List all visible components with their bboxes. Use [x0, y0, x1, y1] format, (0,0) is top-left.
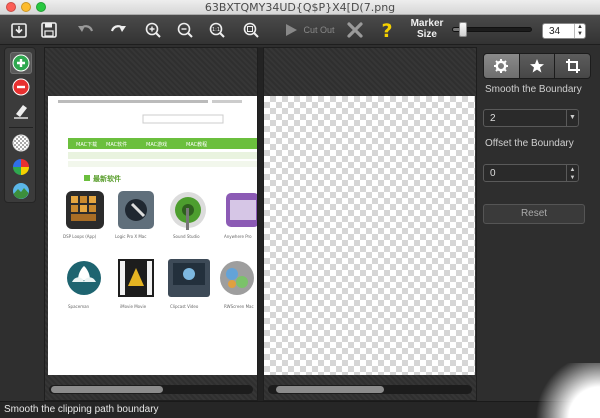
settings-gear-icon [494, 59, 509, 73]
landscape-icon [13, 183, 29, 199]
cancel-button[interactable] [344, 18, 366, 42]
marker-size-value: 34 [549, 26, 561, 37]
background-checker-button[interactable] [10, 132, 32, 154]
svg-text:1:1: 1:1 [212, 27, 220, 33]
save-icon [41, 22, 57, 38]
smooth-boundary-select[interactable]: 2 ▼ [483, 109, 579, 127]
zoom-in-button[interactable] [142, 18, 164, 42]
svg-text:Anywhere Pro: Anywhere Pro [224, 234, 252, 239]
redo-icon [110, 25, 126, 32]
background-checker-icon [12, 134, 30, 152]
zoom-out-button[interactable] [174, 18, 196, 42]
settings-panel: Smooth the Boundary 2 ▼ Offset the Bound… [477, 47, 600, 401]
tab-effects[interactable] [519, 54, 556, 78]
crop-icon [565, 59, 580, 73]
actual-size-icon: 1:1 [209, 22, 225, 38]
tool-divider [9, 127, 33, 128]
status-text: Smooth the clipping path boundary [4, 404, 159, 415]
marker-size-label: Marker Size [410, 18, 444, 40]
left-horizontal-scrollbar[interactable] [49, 385, 253, 394]
window-title: 63BXTQMY34UD{Q$P}X4[D(7.png [204, 1, 396, 14]
website-screenshot-image: MAC下载 MAC软件 MAC游戏 MAC教程 最新软件 DSP Loops (… [48, 96, 257, 375]
open-icon [11, 23, 27, 38]
result-preview-canvas[interactable] [263, 47, 477, 401]
svg-text:DSP Loops (App): DSP Loops (App) [63, 234, 97, 239]
add-marker-icon [12, 54, 30, 72]
save-button[interactable] [38, 18, 60, 42]
right-scroll-thumb[interactable] [276, 386, 384, 393]
actual-size-button[interactable]: 1:1 [206, 18, 228, 42]
left-scroll-thumb[interactable] [51, 386, 163, 393]
panel-tabs [483, 53, 591, 79]
help-button[interactable]: ? [376, 18, 398, 42]
svg-text:?: ? [381, 20, 392, 40]
svg-text:Logic Pro X Mac: Logic Pro X Mac [115, 234, 146, 239]
offset-boundary-value: 0 [490, 168, 496, 179]
remove-marker-button[interactable] [10, 76, 32, 98]
zoom-out-icon [177, 22, 193, 38]
right-horizontal-scrollbar[interactable] [268, 385, 472, 394]
smooth-boundary-label: Smooth the Boundary [485, 84, 582, 95]
chevron-down-icon: ▼ [566, 110, 578, 126]
open-button[interactable] [8, 18, 30, 42]
site-nav-4: MAC教程 [186, 141, 207, 148]
cancel-x-icon [347, 22, 363, 38]
undo-icon [78, 25, 94, 32]
fit-to-window-button[interactable] [240, 18, 262, 42]
reset-button[interactable]: Reset [483, 204, 585, 224]
undo-button[interactable] [74, 18, 98, 42]
stepper-arrows-icon[interactable]: ▲ ▼ [566, 165, 578, 181]
svg-text:Clipcast Video: Clipcast Video [170, 304, 199, 309]
marker-size-slider[interactable] [452, 22, 532, 37]
tab-settings[interactable] [484, 54, 520, 78]
eraser-icon [14, 105, 28, 119]
tab-crop[interactable] [555, 54, 590, 78]
site-nav-1: MAC下载 [76, 141, 97, 148]
status-bar: Smooth the clipping path boundary [0, 401, 600, 418]
corner-fade [530, 363, 600, 418]
app-window: 63BXTQMY34UD{Q$P}X4[D(7.png 1:1 Cut Out [0, 0, 600, 418]
help-question-icon: ? [381, 20, 392, 40]
star-effects-icon [530, 59, 544, 73]
svg-text:Spaceman: Spaceman [68, 304, 90, 309]
slider-knob[interactable] [459, 22, 467, 37]
svg-text:iMovie Movie: iMovie Movie [120, 304, 147, 309]
redo-button[interactable] [106, 18, 130, 42]
site-nav-3: MAC游戏 [146, 141, 167, 148]
transparent-result-area [264, 96, 475, 375]
play-icon [286, 24, 298, 36]
marker-size-stepper[interactable]: 34 ▲ ▼ [542, 23, 586, 39]
fit-to-window-icon [243, 22, 259, 38]
color-wheel-icon [13, 159, 29, 175]
source-image-canvas[interactable]: MAC下载 MAC软件 MAC游戏 MAC教程 最新软件 DSP Loops (… [44, 47, 258, 401]
landscape-button[interactable] [10, 180, 32, 202]
svg-text:RWScreen Mac: RWScreen Mac [224, 304, 254, 309]
stepper-arrows-icon[interactable]: ▲ ▼ [574, 24, 585, 38]
left-tool-palette [4, 47, 36, 203]
add-marker-button[interactable] [10, 52, 32, 74]
offset-boundary-label: Offset the Boundary [485, 138, 574, 149]
remove-marker-icon [12, 78, 30, 96]
source-image: MAC下载 MAC软件 MAC游戏 MAC教程 最新软件 DSP Loops (… [48, 96, 257, 375]
site-nav-2: MAC软件 [106, 141, 127, 148]
site-section-title: 最新软件 [93, 174, 121, 183]
offset-boundary-stepper[interactable]: 0 ▲ ▼ [483, 164, 579, 182]
cut-out-button[interactable]: Cut Out [278, 18, 340, 42]
smooth-boundary-value: 2 [490, 113, 496, 124]
title-bar: 63BXTQMY34UD{Q$P}X4[D(7.png [0, 0, 600, 15]
cut-out-label: Cut Out [303, 25, 335, 35]
color-wheel-button[interactable] [10, 156, 32, 178]
eraser-button[interactable] [10, 100, 32, 122]
svg-text:Sound Studio: Sound Studio [173, 234, 200, 239]
zoom-in-icon [145, 22, 161, 38]
